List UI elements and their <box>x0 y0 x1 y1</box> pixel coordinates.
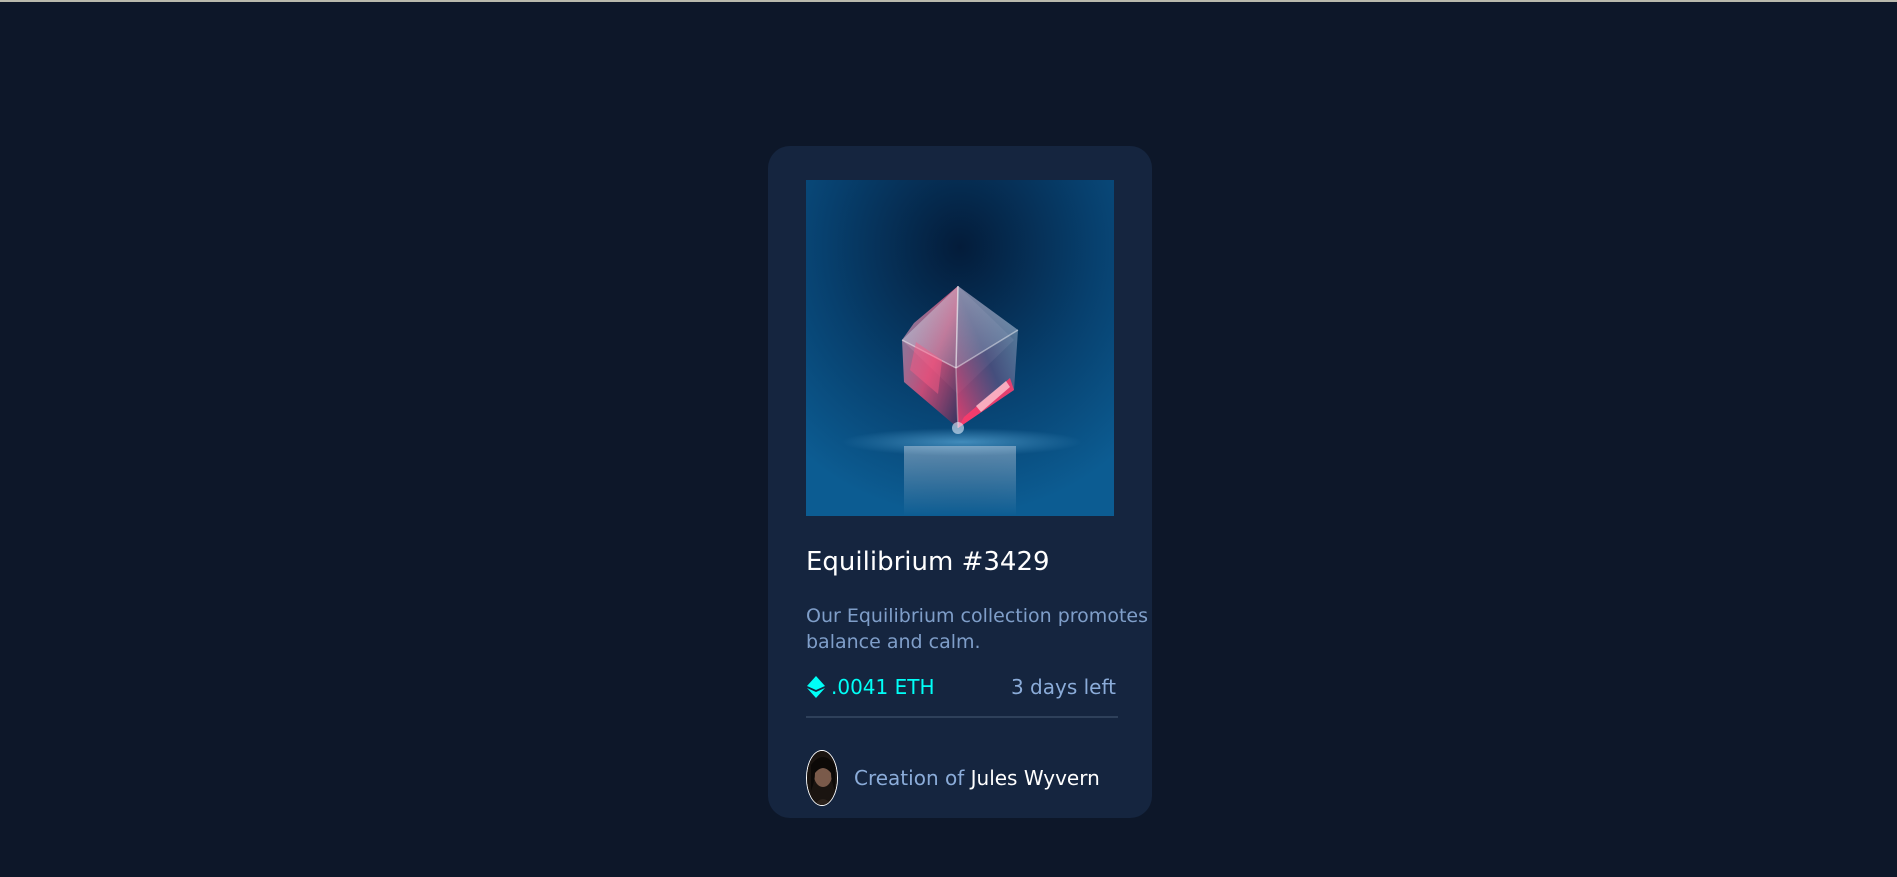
avatar <box>806 750 838 806</box>
creator-prefix: Creation of <box>854 766 965 790</box>
creator-name-link[interactable]: Jules Wyvern <box>971 766 1100 790</box>
ethereum-icon <box>807 676 825 698</box>
price-value: .0041 ETH <box>831 675 935 699</box>
time-left: 3 days left <box>1011 675 1116 699</box>
cube-illustration-icon <box>806 180 1114 516</box>
nft-title[interactable]: Equilibrium #3429 <box>806 547 1050 577</box>
price-row: .0041 ETH 3 days left <box>806 672 1116 702</box>
avatar-image <box>807 751 837 805</box>
nft-preview-card: Equilibrium #3429 Our Equilibrium collec… <box>768 146 1152 818</box>
equilibrium-image[interactable] <box>806 180 1114 516</box>
nft-description: Our Equilibrium collection promotes bala… <box>806 605 1148 653</box>
divider <box>806 716 1118 718</box>
time-left-value: 3 days left <box>1010 675 1116 699</box>
creator-info: Creation of Jules Wyvern <box>806 750 1100 806</box>
top-border-line <box>0 0 1897 2</box>
creator-text: Creation of Jules Wyvern <box>854 766 1100 790</box>
price: .0041 ETH <box>806 675 935 699</box>
